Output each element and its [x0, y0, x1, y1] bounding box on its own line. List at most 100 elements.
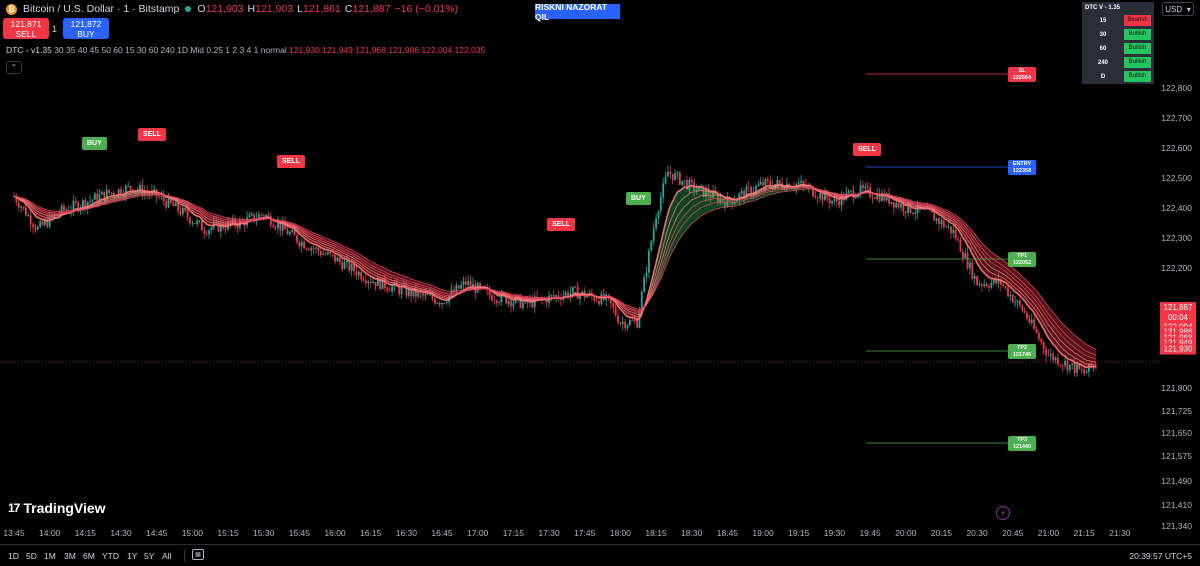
candle-body — [507, 301, 510, 304]
sell-price: 121,871 — [10, 19, 42, 29]
candle-body — [305, 248, 308, 250]
x-axis-label: 16:15 — [360, 528, 382, 538]
candle-body — [1004, 286, 1007, 288]
chart-area[interactable] — [0, 0, 1200, 566]
y-axis-label: 122,400 — [1161, 203, 1192, 213]
candle-body — [900, 203, 902, 208]
candle-body — [172, 202, 175, 207]
ribbon-fill — [1050, 309, 1054, 345]
candle-body — [41, 221, 44, 225]
candle-body — [186, 210, 189, 218]
candle-body — [336, 257, 339, 262]
ribbon-price-tag: 121,930 — [1160, 343, 1196, 355]
level-label: TP2 121746 — [1008, 344, 1036, 359]
candle-body — [269, 215, 272, 226]
candle-body — [966, 253, 969, 269]
indicator-legend[interactable]: DTC - v1.35 30 35 40 45 50 60 15 30 60 2… — [6, 45, 485, 55]
candle-body — [27, 215, 30, 216]
candle-body — [300, 241, 303, 247]
x-axis-label: 18:00 — [609, 528, 632, 538]
range-1m-button[interactable]: 1M — [44, 551, 56, 561]
x-axis-label: 17:15 — [502, 528, 525, 538]
ribbon-fill — [375, 263, 378, 279]
ohlc-value: 121,903 — [255, 3, 294, 15]
candle-body — [193, 222, 196, 224]
candle-body — [445, 302, 448, 304]
x-axis-label: 15:30 — [253, 528, 275, 538]
candle-body — [674, 173, 676, 181]
candle-body — [1068, 364, 1071, 371]
candle-body — [469, 281, 472, 287]
candle-body — [322, 253, 325, 255]
candle-body — [1066, 360, 1069, 371]
utc-clock[interactable]: 20:39:57 UTC+5 — [1129, 551, 1192, 561]
range-5y-button[interactable]: 5Y — [144, 551, 154, 561]
collapse-legend-button[interactable]: ⌃ — [6, 61, 22, 74]
candle-body — [835, 198, 838, 202]
dtc-table-title: DTC V - 1.35 — [1085, 5, 1121, 11]
range-ytd-button[interactable]: YTD — [102, 551, 119, 561]
candle-body — [1007, 287, 1009, 297]
candle-body — [495, 300, 498, 303]
candle-body — [667, 171, 669, 177]
candle-body — [621, 321, 624, 324]
candle-body — [1021, 305, 1024, 311]
x-axis-label: 16:45 — [431, 528, 453, 538]
candle-body — [491, 295, 493, 301]
ribbon-fill — [49, 210, 53, 221]
ohlc-key: H — [247, 3, 256, 15]
symbol-title[interactable]: Bitcoin / U.S. Dollar · 1 · Bitstamp — [23, 3, 179, 15]
range-5d-button[interactable]: 5D — [26, 551, 37, 561]
candle-body — [683, 180, 686, 181]
ohlc-value: −16 (−0.01%) — [394, 3, 459, 15]
candle-body — [600, 293, 603, 305]
candle-body — [595, 300, 598, 302]
level-value: 121440 — [1012, 443, 1032, 450]
lightning-icon[interactable]: ⚡ — [996, 506, 1010, 520]
range-all-button[interactable]: All — [162, 551, 171, 561]
candle-body — [564, 292, 567, 296]
ribbon-fill — [1067, 328, 1070, 360]
ohlc-value: 121,861 — [302, 3, 341, 15]
candle-body — [467, 281, 470, 285]
candle-body — [200, 220, 203, 231]
dtc-timeframe: 15 — [1099, 17, 1107, 24]
chevron-down-icon: ▾ — [1186, 4, 1191, 14]
order-quantity[interactable]: 1 — [52, 24, 57, 34]
candle-body — [362, 279, 365, 281]
candle-body — [357, 271, 360, 276]
candle-body — [1042, 342, 1045, 350]
ribbon-fill — [349, 248, 352, 262]
ribbon-fill — [213, 214, 217, 226]
y-axis-label: 121,725 — [1161, 405, 1192, 416]
sell-button[interactable]: 121,871 SELL — [3, 18, 49, 39]
price-chart[interactable] — [0, 0, 1200, 566]
range-6m-button[interactable]: 6M — [83, 551, 95, 561]
candle-body — [954, 229, 957, 239]
candle-body — [112, 192, 115, 196]
candle-body — [286, 229, 289, 235]
ribbon-fill — [1091, 346, 1094, 367]
candle-body — [262, 215, 265, 217]
candle-body — [864, 186, 867, 189]
range-1d-button[interactable]: 1D — [8, 551, 19, 561]
ribbon-fill — [986, 247, 989, 278]
x-axis-label: 20:45 — [1002, 528, 1024, 538]
level-label: TP3 121440 — [1008, 436, 1036, 451]
currency-button[interactable]: USD ▾ — [1162, 2, 1194, 16]
range-3m-button[interactable]: 3M — [64, 551, 76, 561]
buy-button[interactable]: 121,872 BUY — [63, 18, 109, 39]
candle-body — [757, 184, 760, 187]
x-axis-label: 15:45 — [288, 528, 310, 538]
ribbon-fill — [327, 238, 331, 251]
calendar-icon[interactable]: ▦ — [192, 549, 204, 560]
candle-body — [1052, 353, 1055, 361]
candle-body — [127, 185, 130, 187]
dtc-row: D Bullish — [1082, 70, 1154, 83]
candle-body — [904, 211, 907, 214]
candle-body — [940, 220, 943, 224]
range-1y-button[interactable]: 1Y — [127, 551, 137, 561]
candle-body — [24, 207, 27, 216]
candle-body — [44, 220, 46, 225]
y-axis-label: 122,300 — [1161, 233, 1192, 243]
